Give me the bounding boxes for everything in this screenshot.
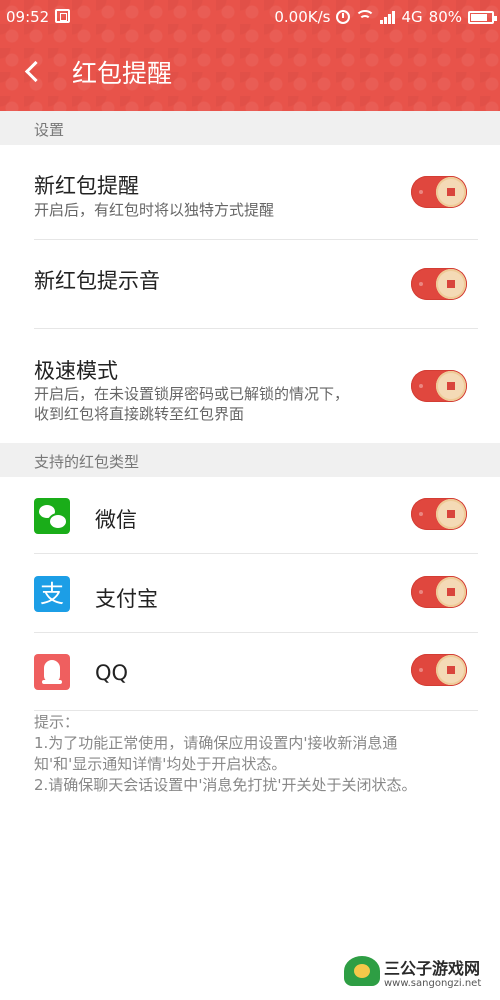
toggle-switch[interactable] bbox=[411, 654, 467, 686]
toggle-knob bbox=[436, 177, 466, 207]
divider bbox=[34, 328, 478, 329]
section-header-supported-types: 支持的红包类型 bbox=[0, 443, 500, 477]
setting-title: 新红包提示音 bbox=[34, 269, 160, 293]
setting-title: 新红包提醒 bbox=[34, 174, 139, 198]
app-name: QQ bbox=[95, 661, 129, 685]
status-time: 09:52 bbox=[6, 8, 50, 26]
setting-description: 开启后，在未设置锁屏密码或已解锁的情况下， 收到红包将直接跳转至红包界面 bbox=[34, 384, 394, 424]
alipay-icon: 支 bbox=[34, 576, 70, 612]
tips-line: 知'和'显示通知详情'均处于开启状态。 bbox=[34, 755, 287, 773]
toggle-switch[interactable] bbox=[411, 176, 467, 208]
screenshot-icon bbox=[55, 9, 70, 23]
network-type: 4G bbox=[401, 8, 423, 26]
qq-icon bbox=[34, 654, 70, 690]
status-bar: 09:52 0.00K/s 4G 80% bbox=[0, 0, 500, 34]
status-right: 0.00K/s 4G 80% bbox=[274, 8, 497, 26]
toggle-knob bbox=[436, 371, 466, 401]
toggle-knob bbox=[436, 499, 466, 529]
page-title: 红包提醒 bbox=[72, 59, 173, 88]
tips-heading: 提示： bbox=[34, 713, 80, 731]
toggle-knob bbox=[436, 269, 466, 299]
description-line: 开启后，在未设置锁屏密码或已解锁的情况下， bbox=[34, 385, 350, 403]
wifi-icon bbox=[355, 10, 376, 24]
tips-block: 提示： 1.为了功能正常使用，请确保应用设置内'接收新消息通 知'和'显示通知详… bbox=[34, 712, 474, 796]
toggle-switch[interactable] bbox=[411, 268, 467, 300]
watermark-brand: 三公子游戏网 bbox=[384, 959, 481, 978]
wechat-icon bbox=[34, 498, 70, 534]
divider bbox=[34, 239, 478, 240]
back-button[interactable] bbox=[22, 58, 46, 86]
toggle-switch[interactable] bbox=[411, 576, 467, 608]
battery-icon bbox=[468, 10, 497, 24]
app-header: 09:52 0.00K/s 4G 80% 红包提醒 bbox=[0, 0, 500, 111]
divider bbox=[34, 553, 478, 554]
network-speed: 0.00K/s bbox=[274, 8, 331, 26]
signal-icon bbox=[380, 10, 396, 24]
tips-line: 2.请确保聊天会话设置中'消息免打扰'开关处于关闭状态。 bbox=[34, 776, 417, 794]
watermark-url: www.sangongzi.net bbox=[384, 978, 482, 989]
alarm-clock-icon bbox=[336, 10, 351, 24]
setting-description: 开启后，有红包时将以独特方式提醒 bbox=[34, 201, 275, 219]
section-header-settings: 设置 bbox=[0, 111, 500, 145]
toggle-switch[interactable] bbox=[411, 498, 467, 530]
description-line: 收到红包将直接跳转至红包界面 bbox=[34, 405, 245, 423]
setting-title: 极速模式 bbox=[34, 359, 118, 383]
divider bbox=[34, 632, 478, 633]
toggle-knob bbox=[436, 577, 466, 607]
battery-percent: 80% bbox=[428, 8, 462, 26]
toggle-switch[interactable] bbox=[411, 370, 467, 402]
watermark-logo-icon bbox=[344, 956, 380, 986]
toggle-knob bbox=[436, 655, 466, 685]
divider bbox=[34, 710, 478, 711]
watermark: 三公子游戏网 www.sangongzi.net bbox=[344, 954, 494, 994]
app-name: 微信 bbox=[95, 508, 137, 532]
tips-line: 1.为了功能正常使用，请确保应用设置内'接收新消息通 bbox=[34, 734, 398, 752]
app-name: 支付宝 bbox=[95, 587, 158, 611]
